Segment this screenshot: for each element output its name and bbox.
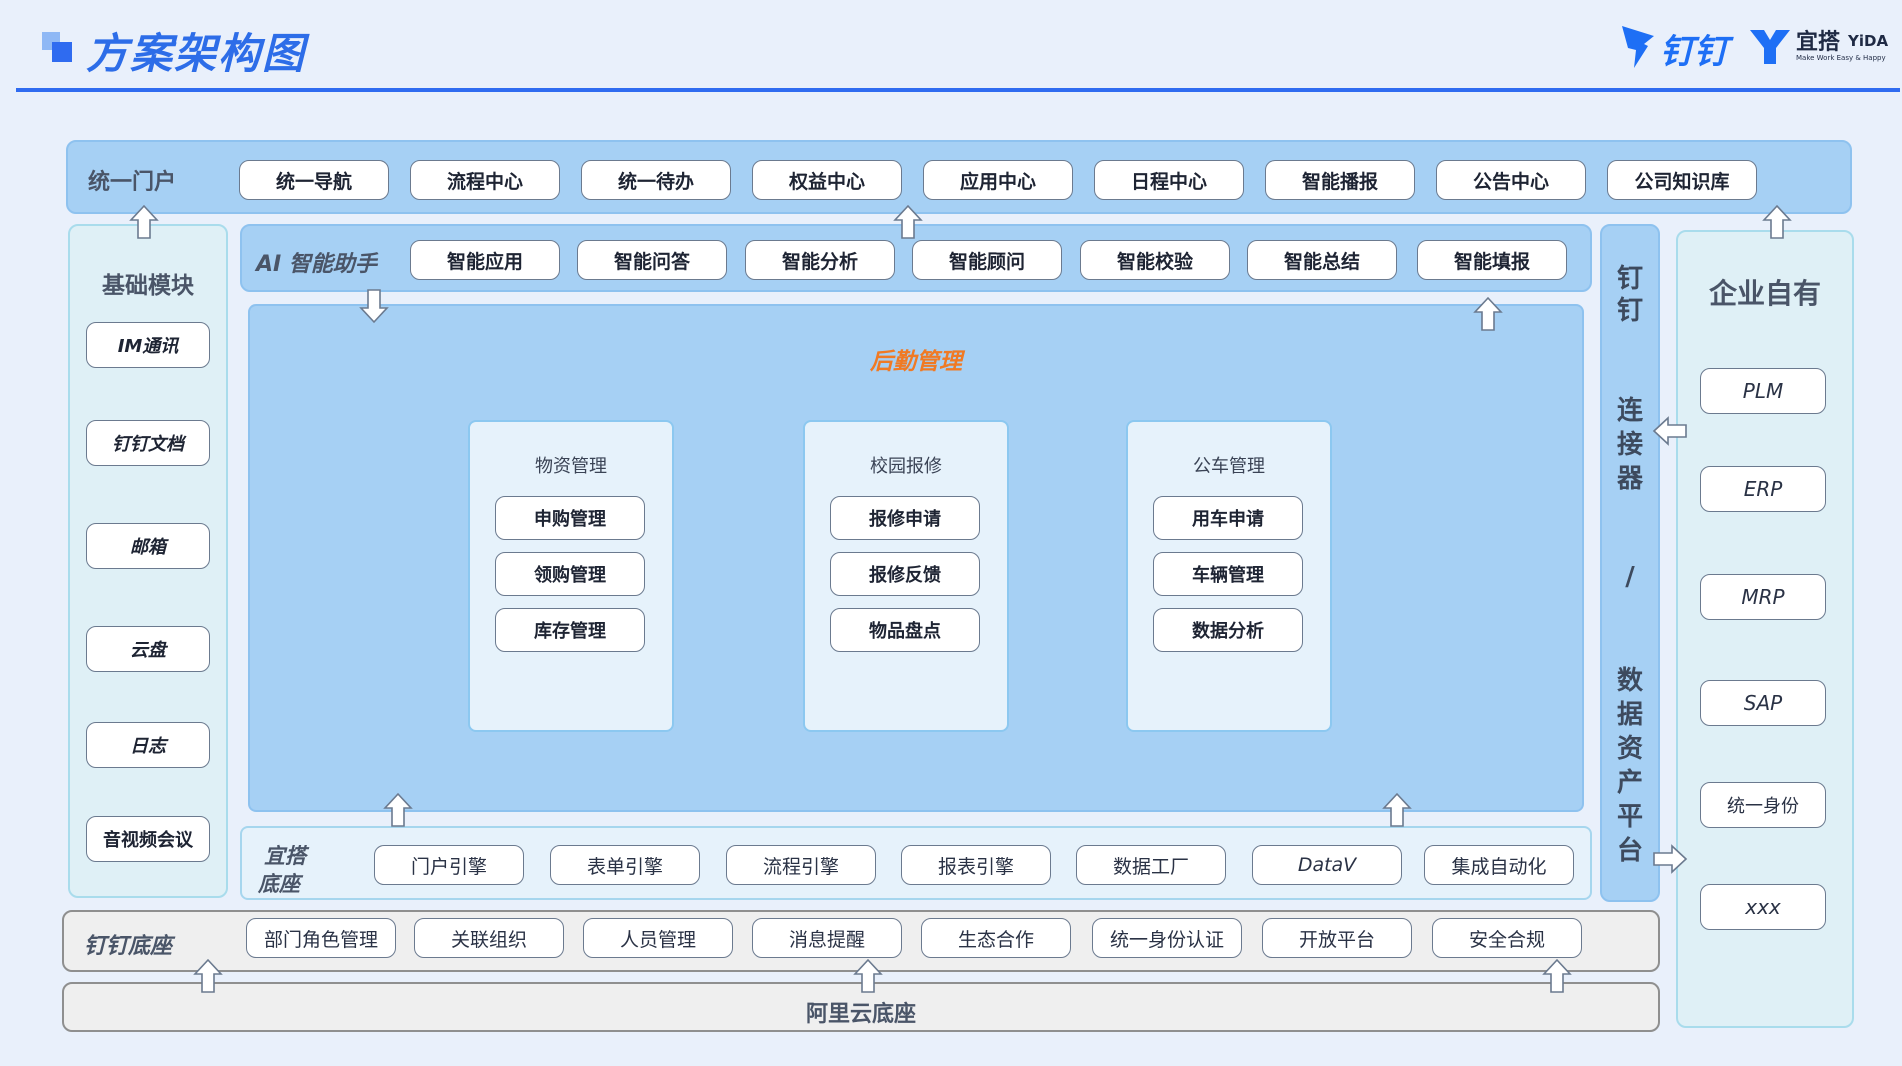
ai-item[interactable]: 智能应用 [410, 240, 560, 280]
up-arrow-icon [129, 204, 159, 239]
connector-char: 连 [1616, 396, 1643, 426]
ai-item[interactable]: 智能分析 [745, 240, 895, 280]
connector-char: 资 [1616, 734, 1643, 764]
connector-char: 平 [1616, 802, 1643, 832]
portal-item[interactable]: 统一待办 [581, 160, 731, 200]
logistics-item[interactable]: 用车申请 [1153, 496, 1303, 540]
logistics-item[interactable]: 报修申请 [830, 496, 980, 540]
dingtalk-wing-icon [1622, 26, 1654, 68]
dingtalk-base-item[interactable]: 生态合作 [921, 918, 1071, 958]
connector-char: 器 [1616, 464, 1643, 494]
dingtalk-base-item[interactable]: 开放平台 [1262, 918, 1412, 958]
yida-logo-en: YiDA [1848, 32, 1889, 50]
up-arrow-icon [1473, 296, 1503, 331]
up-arrow-icon [893, 204, 923, 239]
ai-item[interactable]: 智能填报 [1417, 240, 1567, 280]
yida-engine-item[interactable]: DataV [1252, 845, 1402, 885]
portal-label: 统一门户 [88, 170, 177, 195]
logistics-item[interactable]: 库存管理 [495, 608, 645, 652]
dingtalk-base-item[interactable]: 安全合规 [1432, 918, 1582, 958]
logistics-item[interactable]: 申购管理 [495, 496, 645, 540]
enterprise-system-item[interactable]: SAP [1700, 680, 1826, 726]
enterprise-system-item[interactable]: xxx [1700, 884, 1826, 930]
logistics-group-title: 校园报修 [870, 456, 942, 477]
base-module-item[interactable]: 音视频会议 [86, 816, 210, 862]
connector-char: / [1625, 562, 1635, 592]
logistics-item[interactable]: 数据分析 [1153, 608, 1303, 652]
yida-engine-item[interactable]: 集成自动化 [1424, 845, 1574, 885]
header-divider [16, 88, 1900, 92]
header-logo-squares [42, 32, 74, 64]
dingtalk-logo-text: 钉钉 [1660, 32, 1728, 72]
yida-engine-item[interactable]: 门户引擎 [374, 845, 524, 885]
connector-char: 接 [1616, 430, 1643, 460]
dingtalk-base-item[interactable]: 统一身份认证 [1092, 918, 1242, 958]
ai-item[interactable]: 智能总结 [1247, 240, 1397, 280]
enterprise-system-item[interactable]: 统一身份 [1700, 782, 1826, 828]
yida-mark-icon [1750, 30, 1790, 64]
dingtalk-base-item[interactable]: 人员管理 [583, 918, 733, 958]
aliyun-base-label: 阿里云底座 [805, 1002, 916, 1027]
connector-char: 数 [1616, 666, 1643, 696]
base-module-item[interactable]: 邮箱 [86, 523, 210, 569]
enterprise-label: 企业自有 [1708, 277, 1821, 310]
up-arrow-icon [1382, 792, 1412, 827]
base-module-item[interactable]: 日志 [86, 722, 210, 768]
yida-slogan: Make Work Easy & Happy [1796, 54, 1886, 62]
ai-item[interactable]: 智能顾问 [912, 240, 1062, 280]
ai-item[interactable]: 智能校验 [1080, 240, 1230, 280]
portal-item[interactable]: 应用中心 [923, 160, 1073, 200]
logistics-item[interactable]: 车辆管理 [1153, 552, 1303, 596]
enterprise-system-item[interactable]: PLM [1700, 368, 1826, 414]
connector-char: 钉 [1616, 296, 1643, 326]
yida-engine-item[interactable]: 表单引擎 [550, 845, 700, 885]
yida-engine-item[interactable]: 流程引擎 [726, 845, 876, 885]
logistics-item[interactable]: 物品盘点 [830, 608, 980, 652]
dingtalk-base-label: 钉钉底座 [84, 934, 173, 959]
yida-logo: 宜搭 YiDA Make Work Easy & Happy [1748, 22, 1888, 72]
dingtalk-base-item[interactable]: 关联组织 [414, 918, 564, 958]
portal-item[interactable]: 公告中心 [1436, 160, 1586, 200]
portal-item[interactable]: 权益中心 [752, 160, 902, 200]
logistics-group-title: 公车管理 [1193, 456, 1265, 477]
base-module-item[interactable]: IM通讯 [86, 322, 210, 368]
up-arrow-icon [1762, 204, 1792, 239]
logistics-item[interactable]: 报修反馈 [830, 552, 980, 596]
connector-char: 台 [1616, 836, 1643, 866]
dingtalk-base-item[interactable]: 部门角色管理 [246, 918, 396, 958]
enterprise-system-item[interactable]: MRP [1700, 574, 1826, 620]
ai-assistant-label: AI 智能助手 [256, 252, 377, 277]
ai-item[interactable]: 智能问答 [577, 240, 727, 280]
dingtalk-logo: 钉钉 [1618, 18, 1730, 74]
dingtalk-base-item[interactable]: 消息提醒 [752, 918, 902, 958]
base-module-item[interactable]: 钉钉文档 [86, 420, 210, 466]
yida-engine-item[interactable]: 数据工厂 [1076, 845, 1226, 885]
portal-item[interactable]: 日程中心 [1094, 160, 1244, 200]
up-arrow-icon [853, 958, 883, 993]
yida-base-label-line1: 宜搭 [264, 844, 306, 868]
down-arrow-icon [359, 289, 389, 324]
portal-item[interactable]: 公司知识库 [1607, 160, 1757, 200]
right-arrow-icon [1653, 844, 1688, 874]
page-title: 方案架构图 [86, 29, 307, 78]
up-arrow-icon [193, 958, 223, 993]
yida-base-label-line2: 底座 [258, 872, 300, 896]
yida-engine-item[interactable]: 报表引擎 [901, 845, 1051, 885]
connector-char: 据 [1616, 700, 1643, 730]
portal-item[interactable]: 统一导航 [239, 160, 389, 200]
base-module-item[interactable]: 云盘 [86, 626, 210, 672]
connector-char: 产 [1616, 768, 1643, 798]
up-arrow-icon [1542, 958, 1572, 993]
logistics-group-title: 物资管理 [535, 456, 607, 477]
logistics-item[interactable]: 领购管理 [495, 552, 645, 596]
portal-item[interactable]: 智能播报 [1265, 160, 1415, 200]
yida-logo-cn: 宜搭 [1796, 30, 1841, 55]
base-modules-label: 基础模块 [102, 273, 194, 299]
portal-item[interactable]: 流程中心 [410, 160, 560, 200]
connector-char: 钉 [1616, 264, 1643, 294]
left-arrow-icon [1652, 416, 1687, 446]
enterprise-system-item[interactable]: ERP [1700, 466, 1826, 512]
logistics-title: 后勤管理 [870, 349, 962, 375]
up-arrow-icon [383, 792, 413, 827]
